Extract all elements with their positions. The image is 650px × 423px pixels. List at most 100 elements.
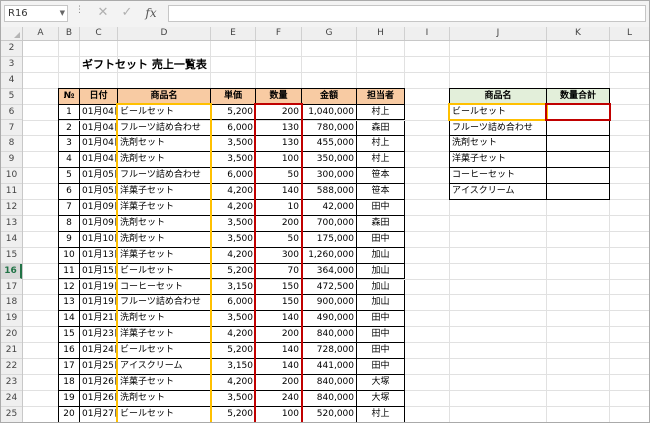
table-cell-person[interactable]: 田中 [357, 200, 405, 216]
table-cell-unit-price[interactable]: 3,500 [211, 390, 256, 407]
table-cell-quantity[interactable]: 50 [256, 168, 302, 185]
table-cell-product[interactable]: 洗剤セット [118, 152, 211, 169]
table-cell-unit-price[interactable]: 3,500 [211, 215, 256, 232]
table-cell-quantity[interactable]: 130 [256, 136, 302, 153]
row-header-15[interactable]: 15 [1, 248, 22, 264]
table-cell-unit-price[interactable]: 5,200 [211, 263, 256, 280]
table-cell-date[interactable]: 01月09日 [80, 200, 118, 216]
column-header-l[interactable]: L [610, 27, 649, 40]
table-cell-date[interactable]: 01月19日 [80, 279, 118, 296]
summary-cell-product[interactable]: アイスクリーム [450, 184, 547, 200]
insert-function-icon[interactable]: fx [142, 4, 160, 22]
table-cell-no[interactable]: 14 [59, 311, 80, 328]
table-cell-no[interactable]: 19 [59, 390, 80, 407]
table-cell-quantity[interactable]: 130 [256, 120, 302, 137]
table-cell-amount[interactable]: 840,000 [302, 327, 357, 344]
table-cell-amount[interactable]: 300,000 [302, 168, 357, 185]
summary-cell-product[interactable]: ビールセット [450, 104, 547, 121]
sales-header-person[interactable]: 担当者 [357, 88, 405, 105]
table-cell-unit-price[interactable]: 5,200 [211, 343, 256, 359]
row-header-12[interactable]: 12 [1, 200, 22, 216]
table-cell-unit-price[interactable]: 4,200 [211, 200, 256, 216]
row-header-7[interactable]: 7 [1, 121, 22, 137]
table-cell-no[interactable]: 2 [59, 120, 80, 137]
table-cell-no[interactable]: 5 [59, 168, 80, 185]
table-cell-person[interactable]: 田中 [357, 311, 405, 328]
table-cell-date[interactable]: 01月05日 [80, 184, 118, 200]
table-cell-product[interactable]: 洋菓子セット [118, 184, 211, 200]
table-cell-unit-price[interactable]: 6,000 [211, 120, 256, 137]
table-cell-quantity[interactable]: 200 [256, 215, 302, 232]
table-cell-date[interactable]: 01月04日 [80, 152, 118, 169]
table-cell-person[interactable]: 笹本 [357, 168, 405, 185]
summary-cell-quantity-total[interactable] [547, 136, 610, 153]
table-cell-product[interactable]: 洋菓子セット [118, 374, 211, 391]
column-header-i[interactable]: I [405, 27, 450, 40]
table-cell-quantity[interactable]: 240 [256, 390, 302, 407]
table-cell-unit-price[interactable]: 3,500 [211, 136, 256, 153]
table-cell-person[interactable]: 村上 [357, 136, 405, 153]
table-cell-quantity[interactable]: 100 [256, 406, 302, 422]
table-cell-no[interactable]: 17 [59, 359, 80, 375]
table-cell-person[interactable]: 加山 [357, 295, 405, 312]
table-cell-product[interactable]: ビールセット [118, 263, 211, 280]
row-header-17[interactable]: 17 [1, 280, 22, 296]
table-cell-product[interactable]: ビールセット [118, 104, 211, 121]
table-cell-quantity[interactable]: 100 [256, 152, 302, 169]
table-cell-date[interactable]: 01月05日 [80, 168, 118, 185]
table-cell-amount[interactable]: 840,000 [302, 374, 357, 391]
row-header-23[interactable]: 23 [1, 375, 22, 391]
table-cell-amount[interactable]: 472,500 [302, 279, 357, 296]
row-header-5[interactable]: 5 [1, 89, 22, 105]
summary-header-quantity-total[interactable]: 数量合計 [547, 88, 610, 105]
table-cell-unit-price[interactable]: 4,200 [211, 374, 256, 391]
table-cell-amount[interactable]: 42,000 [302, 200, 357, 216]
table-cell-person[interactable]: 田中 [357, 327, 405, 344]
table-cell-product[interactable]: 洗剤セット [118, 136, 211, 153]
sales-header-date[interactable]: 日付 [80, 88, 118, 105]
row-header-21[interactable]: 21 [1, 343, 22, 359]
row-header-20[interactable]: 20 [1, 327, 22, 344]
table-cell-date[interactable]: 01月26日 [80, 390, 118, 407]
table-cell-quantity[interactable]: 140 [256, 311, 302, 328]
table-cell-unit-price[interactable]: 4,200 [211, 184, 256, 200]
row-header-16[interactable]: 16 [1, 263, 22, 280]
sales-header-product[interactable]: 商品名 [118, 88, 211, 105]
column-header-j[interactable]: J [450, 27, 547, 40]
row-header-9[interactable]: 9 [1, 152, 22, 169]
column-header-h[interactable]: H [357, 27, 405, 40]
column-header-f[interactable]: F [256, 27, 302, 40]
summary-cell-quantity-total[interactable] [547, 120, 610, 137]
table-cell-no[interactable]: 11 [59, 263, 80, 280]
table-cell-amount[interactable]: 900,000 [302, 295, 357, 312]
table-cell-unit-price[interactable]: 3,150 [211, 359, 256, 375]
table-cell-person[interactable]: 森田 [357, 120, 405, 137]
row-header-8[interactable]: 8 [1, 136, 22, 153]
row-header-10[interactable]: 10 [1, 168, 22, 185]
row-header-6[interactable]: 6 [1, 105, 22, 121]
table-cell-amount[interactable]: 455,000 [302, 136, 357, 153]
column-header-k[interactable]: K [547, 27, 610, 40]
row-header-18[interactable]: 18 [1, 295, 22, 312]
table-cell-person[interactable]: 加山 [357, 279, 405, 296]
table-cell-person[interactable]: 田中 [357, 231, 405, 248]
table-cell-amount[interactable]: 364,000 [302, 263, 357, 280]
table-cell-amount[interactable]: 840,000 [302, 390, 357, 407]
table-cell-date[interactable]: 01月27日 [80, 406, 118, 422]
table-cell-no[interactable]: 16 [59, 343, 80, 359]
cell-grid[interactable]: ギフトセット 売上一覧表№日付商品名単価数量金額担当者101月04日ビールセット… [23, 41, 649, 422]
table-cell-product[interactable]: フルーツ詰め合わせ [118, 295, 211, 312]
table-cell-amount[interactable]: 1,040,000 [302, 104, 357, 121]
table-cell-quantity[interactable]: 50 [256, 231, 302, 248]
table-cell-product[interactable]: フルーツ詰め合わせ [118, 168, 211, 185]
table-cell-date[interactable]: 01月24日 [80, 343, 118, 359]
summary-cell-quantity-total[interactable] [547, 104, 610, 121]
sales-header-no[interactable]: № [59, 88, 80, 105]
sales-header-unit-price[interactable]: 単価 [211, 88, 256, 105]
table-cell-quantity[interactable]: 200 [256, 327, 302, 344]
table-cell-product[interactable]: アイスクリーム [118, 359, 211, 375]
table-cell-date[interactable]: 01月04日 [80, 104, 118, 121]
cancel-icon[interactable]: ✕ [94, 4, 112, 22]
table-cell-unit-price[interactable]: 6,000 [211, 295, 256, 312]
table-cell-unit-price[interactable]: 5,200 [211, 406, 256, 422]
